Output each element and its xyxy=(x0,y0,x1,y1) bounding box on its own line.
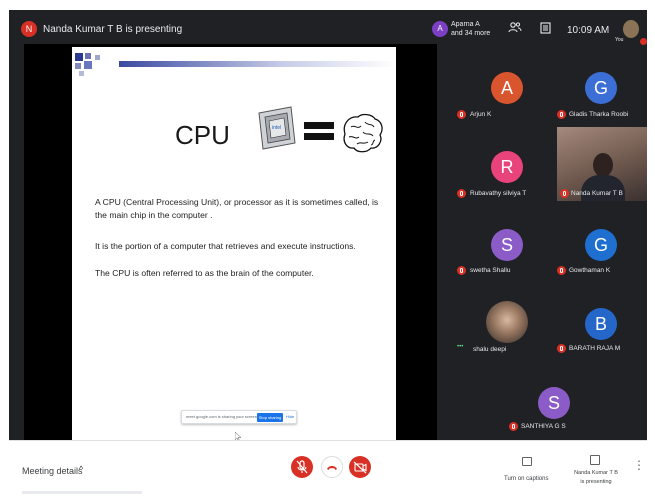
svg-text:intel: intel xyxy=(272,125,281,131)
mic-toggle-button[interactable] xyxy=(291,456,313,478)
participant-video: Nanda Kumar T B xyxy=(557,127,647,201)
camera-off-icon xyxy=(353,461,367,474)
more-options-icon[interactable]: ⋮ xyxy=(633,458,645,472)
presenting-icon[interactable] xyxy=(590,455,600,465)
slide-header-bar xyxy=(119,61,395,67)
self-mic-off-icon xyxy=(640,38,647,45)
participant-name: swetha Shallu xyxy=(470,267,511,274)
presenting-status[interactable]: Nanda Kumar T B is presenting xyxy=(568,469,624,487)
participant-name: Gladis Tharka Roobi xyxy=(569,111,629,118)
hang-up-icon xyxy=(327,466,337,470)
mic-off-icon xyxy=(557,344,566,353)
top-bar: N Nanda Kumar T B is presenting A Aparna… xyxy=(9,10,647,45)
presenter-avatar: N xyxy=(21,21,37,37)
mic-off-icon xyxy=(509,422,518,431)
mouse-cursor-icon xyxy=(234,428,242,442)
captions-button[interactable]: Turn on captions xyxy=(504,476,548,482)
mic-off-icon xyxy=(457,266,466,275)
sharing-notice-text: meet.google.com is sharing your screen. xyxy=(186,414,259,419)
video-person-body xyxy=(581,175,625,201)
chat-icon[interactable] xyxy=(540,22,551,37)
slide-paragraph-2: It is the portion of a computer that ret… xyxy=(95,241,356,251)
slide-paragraph-1: A CPU (Central Processing Unit), or proc… xyxy=(95,197,379,220)
participant-avatar: B xyxy=(585,308,617,340)
mic-off-icon xyxy=(457,110,466,119)
captions-icon[interactable] xyxy=(522,457,532,466)
participant-avatar: G xyxy=(585,229,617,261)
participant-name: Rubavathy silviya T xyxy=(470,190,527,197)
participant-summary[interactable]: Aparna A and 34 more xyxy=(451,20,490,38)
participant-avatar: R xyxy=(491,151,523,183)
presenter-status: Nanda Kumar T B is presenting xyxy=(43,24,183,35)
participant-avatar: A xyxy=(491,72,523,104)
video-person-head xyxy=(593,153,613,177)
camera-toggle-button[interactable] xyxy=(349,456,371,478)
speaking-indicator-icon: ••• xyxy=(457,344,464,350)
participant-name: Arjun K xyxy=(470,111,492,118)
participant-avatar: G xyxy=(585,72,617,104)
equals-icon xyxy=(304,120,334,142)
divider xyxy=(22,491,142,494)
self-avatar[interactable] xyxy=(623,20,639,38)
participant-avatar: S xyxy=(538,387,570,419)
chevron-up-icon[interactable]: ^ xyxy=(79,464,83,474)
participant-summary-avatar[interactable]: A xyxy=(432,21,448,37)
self-label: You xyxy=(615,37,624,43)
hide-button[interactable]: Hide xyxy=(286,414,294,419)
participant-name: Nanda Kumar T B xyxy=(571,190,623,197)
mic-off-icon xyxy=(557,110,566,119)
clock: 10:09 AM xyxy=(567,25,610,36)
cpu-chip-icon: intel xyxy=(255,105,297,151)
participant-summary-count: and 34 more xyxy=(451,30,491,37)
people-icon[interactable] xyxy=(508,20,522,37)
meet-window: N Nanda Kumar T B is presenting A Aparna… xyxy=(9,10,647,496)
stop-sharing-button[interactable]: Stop sharing xyxy=(257,413,283,422)
meeting-details-button[interactable]: Meeting details xyxy=(22,466,83,476)
participant-photo-avatar xyxy=(486,301,528,343)
participant-avatar: S xyxy=(491,229,523,261)
leave-call-button[interactable] xyxy=(321,456,343,478)
mic-off-icon xyxy=(557,266,566,275)
slide-title: CPU xyxy=(175,120,230,150)
participant-name: Gowthaman K xyxy=(569,267,611,274)
mic-off-icon xyxy=(296,460,308,474)
mic-off-icon xyxy=(457,189,466,198)
mic-off-icon xyxy=(560,189,569,198)
slide-paragraph-3: The CPU is often referred to as the brai… xyxy=(95,268,314,278)
slide-logo-icon xyxy=(75,53,115,79)
presenting-name: Nanda Kumar T B xyxy=(574,470,618,476)
presenting-label: is presenting xyxy=(580,479,612,485)
bottom-bar: Meeting details ^ Turn on captions Nanda… xyxy=(9,440,647,496)
participant-summary-name: Aparna A xyxy=(451,21,480,28)
brain-icon xyxy=(339,110,385,156)
sharing-notice: meet.google.com is sharing your screen. … xyxy=(181,410,297,424)
participant-name: SANTHIYA G S xyxy=(521,423,566,430)
participant-name: BARATH RAJA M xyxy=(569,345,621,352)
participant-name: shalu deepi xyxy=(473,346,507,353)
